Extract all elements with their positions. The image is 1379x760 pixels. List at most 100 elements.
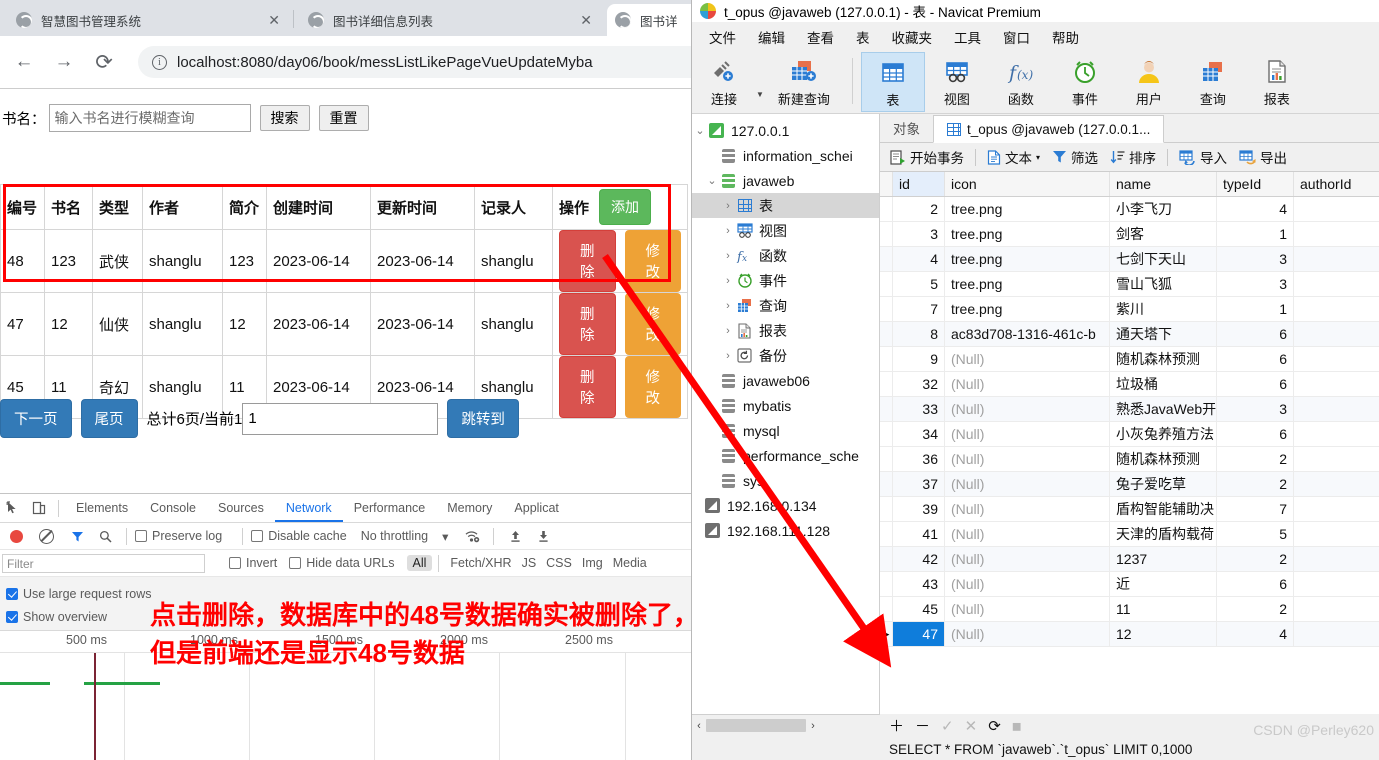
grid-cell-id[interactable]: 42 bbox=[893, 547, 945, 571]
tree-item-events[interactable]: › 事件 bbox=[692, 268, 879, 293]
grid-cell-authorid[interactable] bbox=[1294, 572, 1379, 596]
grid-cell-typeid[interactable]: 3 bbox=[1217, 397, 1294, 421]
filter-type-all[interactable]: All bbox=[406, 555, 433, 571]
grid-col-authorid[interactable]: authorId bbox=[1294, 172, 1379, 196]
import-har-icon[interactable] bbox=[502, 525, 528, 547]
twisty-icon[interactable]: › bbox=[720, 300, 736, 312]
grid-cell-id[interactable]: 3 bbox=[893, 222, 945, 246]
grid-cell-id[interactable]: 9 bbox=[893, 347, 945, 371]
grid-cell-typeid[interactable]: 2 bbox=[1217, 472, 1294, 496]
grid-row[interactable]: 42 (Null) 1237 2 bbox=[880, 547, 1379, 572]
menu-help[interactable]: 帮助 bbox=[1041, 27, 1090, 47]
grid-cell-typeid[interactable]: 1 bbox=[1217, 297, 1294, 321]
grid-row[interactable]: ▶ 47 (Null) 12 4 bbox=[880, 622, 1379, 647]
browser-tab-2[interactable]: 图书详细信息列表 ✕ bbox=[300, 4, 600, 36]
add-record-icon[interactable]: ＋ bbox=[889, 715, 904, 736]
grid-row-marker[interactable]: ▶ bbox=[880, 622, 893, 646]
grid-row-marker[interactable] bbox=[880, 397, 893, 421]
twisty-icon[interactable]: › bbox=[720, 225, 736, 237]
grid-cell-authorid[interactable] bbox=[1294, 197, 1379, 221]
search-icon[interactable] bbox=[92, 525, 118, 547]
tab-close-icon[interactable]: ✕ bbox=[258, 13, 280, 27]
grid-row-marker[interactable] bbox=[880, 247, 893, 271]
grid-cell-authorid[interactable] bbox=[1294, 372, 1379, 396]
invert-checkbox[interactable] bbox=[229, 557, 241, 569]
grid-col-typeid[interactable]: typeId bbox=[1217, 172, 1294, 196]
tree-item-javaweb[interactable]: ⌄ javaweb bbox=[692, 168, 879, 193]
grid-cell-icon[interactable]: (Null) bbox=[945, 597, 1110, 621]
grid-cell-typeid[interactable]: 6 bbox=[1217, 322, 1294, 346]
grid-cell-id[interactable]: 2 bbox=[893, 197, 945, 221]
filter-input[interactable]: Filter bbox=[2, 553, 205, 573]
grid-row-marker[interactable] bbox=[880, 272, 893, 296]
grid-cell-icon[interactable]: tree.png bbox=[945, 247, 1110, 271]
twisty-icon[interactable]: › bbox=[720, 275, 736, 287]
twisty-icon[interactable]: › bbox=[720, 325, 736, 337]
grid-row[interactable]: 9 (Null) 随机森林预测 6 bbox=[880, 347, 1379, 372]
grid-row[interactable]: 37 (Null) 兔子爱吃草 2 bbox=[880, 472, 1379, 497]
menu-edit[interactable]: 编辑 bbox=[747, 27, 796, 47]
grid-cell-name[interactable]: 垃圾桶 bbox=[1110, 372, 1217, 396]
grid-row[interactable]: 34 (Null) 小灰兔养殖方法 6 bbox=[880, 422, 1379, 447]
grid-cell-id[interactable]: 34 bbox=[893, 422, 945, 446]
export-har-icon[interactable] bbox=[530, 525, 556, 547]
tree-item-views[interactable]: › 视图 bbox=[692, 218, 879, 243]
grid-cell-name[interactable]: 盾构智能辅助决 bbox=[1110, 497, 1217, 521]
tree-item-connection-192-168-111-128[interactable]: 192.168.111.128 bbox=[692, 518, 879, 543]
grid-row[interactable]: 2 tree.png 小李飞刀 4 bbox=[880, 197, 1379, 222]
grid-row-marker[interactable] bbox=[880, 347, 893, 371]
grid-row[interactable]: 8 ac83d708-1316-461c-b 通天塔下 6 bbox=[880, 322, 1379, 347]
grid-cell-name[interactable]: 1237 bbox=[1110, 547, 1217, 571]
tree-item-backups[interactable]: › 备份 bbox=[692, 343, 879, 368]
grid-cell-icon[interactable]: (Null) bbox=[945, 522, 1110, 546]
devtools-tab-application[interactable]: Applicat bbox=[503, 494, 569, 522]
scrollbar-thumb[interactable] bbox=[706, 719, 806, 732]
text-button[interactable]: 文本 ▾ bbox=[981, 147, 1046, 167]
tree-horizontal-scrollbar[interactable]: ‹ › bbox=[692, 714, 880, 736]
grid-cell-typeid[interactable]: 6 bbox=[1217, 572, 1294, 596]
grid-cell-name[interactable]: 近 bbox=[1110, 572, 1217, 596]
grid-cell-id[interactable]: 32 bbox=[893, 372, 945, 396]
grid-row-marker[interactable] bbox=[880, 197, 893, 221]
hide-data-urls-checkbox[interactable] bbox=[289, 557, 302, 569]
grid-cell-name[interactable]: 小灰兔养殖方法 bbox=[1110, 422, 1217, 446]
disable-cache-checkbox[interactable] bbox=[251, 530, 264, 542]
grid-cell-typeid[interactable]: 7 bbox=[1217, 497, 1294, 521]
grid-cell-id[interactable]: 45 bbox=[893, 597, 945, 621]
search-input[interactable] bbox=[48, 104, 251, 132]
grid-cell-icon[interactable]: (Null) bbox=[945, 472, 1110, 496]
grid-row[interactable]: 36 (Null) 随机森林预测 2 bbox=[880, 447, 1379, 472]
chevron-down-icon[interactable]: ▾ bbox=[442, 529, 448, 544]
grid-cell-icon[interactable]: (Null) bbox=[945, 622, 1110, 646]
grid-cell-icon[interactable]: (Null) bbox=[945, 572, 1110, 596]
devtools-tab-memory[interactable]: Memory bbox=[436, 494, 503, 522]
add-button[interactable]: 添加 bbox=[599, 189, 652, 225]
grid-row-marker[interactable] bbox=[880, 572, 893, 596]
grid-cell-name[interactable]: 剑客 bbox=[1110, 222, 1217, 246]
grid-cell-typeid[interactable]: 6 bbox=[1217, 347, 1294, 371]
grid-row-marker[interactable] bbox=[880, 222, 893, 246]
devtools-tab-performance[interactable]: Performance bbox=[343, 494, 437, 522]
tree-item-mysql[interactable]: mysql bbox=[692, 418, 879, 443]
menu-view[interactable]: 查看 bbox=[796, 27, 845, 47]
menu-file[interactable]: 文件 bbox=[698, 27, 747, 47]
grid-cell-name[interactable]: 七剑下天山 bbox=[1110, 247, 1217, 271]
menu-window[interactable]: 窗口 bbox=[992, 27, 1041, 47]
grid-cell-icon[interactable]: (Null) bbox=[945, 347, 1110, 371]
toolbar-report-button[interactable]: 报表 bbox=[1245, 52, 1309, 112]
grid-cell-name[interactable]: 雪山飞狐 bbox=[1110, 272, 1217, 296]
inspect-element-icon[interactable] bbox=[0, 497, 26, 519]
grid-cell-icon[interactable]: tree.png bbox=[945, 272, 1110, 296]
tree-item-functions[interactable]: › fx 函数 bbox=[692, 243, 879, 268]
address-bar[interactable]: i localhost:8080/day06/book/messListLike… bbox=[138, 46, 691, 78]
filter-button[interactable]: 筛选 bbox=[1046, 147, 1104, 167]
grid-cell-id[interactable]: 5 bbox=[893, 272, 945, 296]
grid-cell-id[interactable]: 7 bbox=[893, 297, 945, 321]
tab-close-icon[interactable]: ✕ bbox=[570, 13, 592, 27]
toolbar-view-button[interactable]: 视图 bbox=[925, 52, 989, 112]
stop-icon[interactable]: ◼ bbox=[1012, 719, 1022, 733]
navicat-data-grid[interactable]: id icon name typeId authorId 2 tree.png 小李… bbox=[880, 172, 1379, 714]
grid-cell-authorid[interactable] bbox=[1294, 447, 1379, 471]
toolbar-user-button[interactable]: 用户 bbox=[1117, 52, 1181, 112]
twisty-icon[interactable]: ⌄ bbox=[704, 174, 720, 187]
